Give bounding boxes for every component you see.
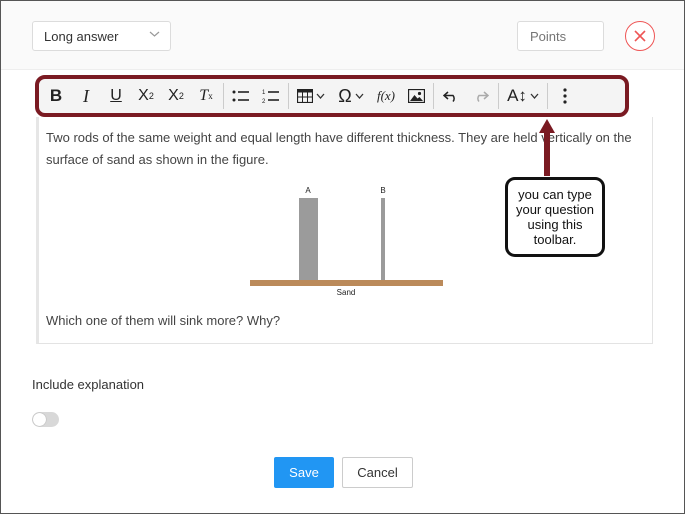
callout-text: you can type your question using this to… xyxy=(515,187,595,247)
rod-a xyxy=(299,198,318,281)
question-text: Two rods of the same weight and equal le… xyxy=(46,130,632,167)
chevron-down-icon xyxy=(530,91,539,102)
bold-icon[interactable]: B xyxy=(41,81,71,111)
rich-text-toolbar: B I U X2 X2 Tx 12 Ω f(x) A↕ xyxy=(35,75,629,117)
callout-arrow xyxy=(539,119,555,176)
more-icon[interactable] xyxy=(550,81,580,111)
include-explanation-toggle[interactable] xyxy=(32,412,59,427)
toolbar-divider xyxy=(288,83,289,109)
toolbar-tooltip-callout: you can type your question using this to… xyxy=(505,177,605,257)
undo-icon[interactable] xyxy=(436,81,466,111)
save-button[interactable]: Save xyxy=(274,457,334,488)
formula-icon[interactable]: f(x) xyxy=(371,81,401,111)
toolbar-divider xyxy=(547,83,548,109)
italic-icon[interactable]: I xyxy=(71,81,101,111)
svg-text:1: 1 xyxy=(262,90,266,96)
bullet-list-icon[interactable] xyxy=(226,81,256,111)
sand-surface xyxy=(250,280,443,286)
question-figure: A B Sand xyxy=(250,185,445,301)
table-icon[interactable] xyxy=(291,81,331,111)
close-button[interactable] xyxy=(625,21,655,51)
sand-label: Sand xyxy=(337,288,356,297)
chevron-down-icon xyxy=(316,91,325,102)
rod-a-label: A xyxy=(305,186,311,195)
special-char-icon[interactable]: Ω xyxy=(331,81,371,111)
image-icon[interactable] xyxy=(401,81,431,111)
question-prompt: Which one of them will sink more? Why? xyxy=(46,313,281,328)
toolbar-divider xyxy=(223,83,224,109)
subscript-icon[interactable]: X2 xyxy=(161,81,191,111)
cancel-button[interactable]: Cancel xyxy=(342,457,413,488)
include-explanation-label: Include explanation xyxy=(32,377,145,392)
toolbar-divider xyxy=(498,83,499,109)
points-input[interactable] xyxy=(517,21,604,51)
question-editor-panel: Long answer B I U X2 X2 Tx 12 xyxy=(0,0,685,514)
chevron-down-icon xyxy=(355,91,364,102)
close-icon xyxy=(634,26,646,47)
superscript-icon[interactable]: X2 xyxy=(131,81,161,111)
rod-b-label: B xyxy=(380,186,385,195)
font-size-icon[interactable]: A↕ xyxy=(501,81,545,111)
question-type-value: Long answer xyxy=(44,28,119,44)
toolbar-divider xyxy=(433,83,434,109)
toggle-knob xyxy=(33,413,46,426)
numbered-list-icon[interactable]: 12 xyxy=(256,81,286,111)
redo-icon[interactable] xyxy=(466,81,496,111)
question-type-select[interactable]: Long answer xyxy=(32,21,171,51)
question-header: Long answer xyxy=(1,1,684,70)
rod-b xyxy=(381,198,385,281)
clear-format-icon[interactable]: Tx xyxy=(191,81,221,111)
underline-icon[interactable]: U xyxy=(101,81,131,111)
chevron-down-icon xyxy=(149,29,160,41)
svg-text:2: 2 xyxy=(262,99,266,104)
